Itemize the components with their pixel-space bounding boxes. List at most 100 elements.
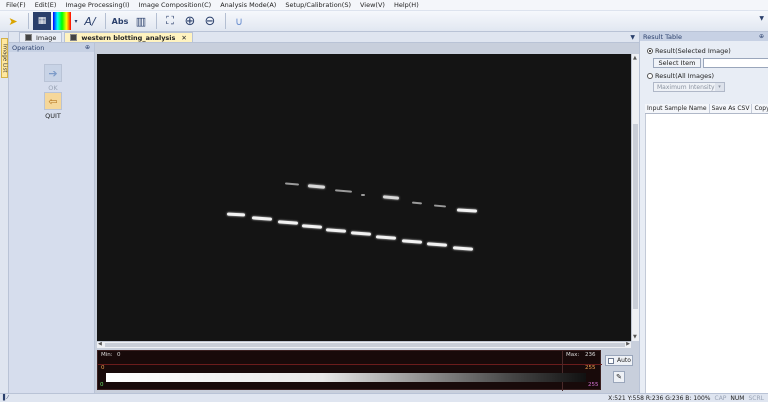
radio-all-images[interactable]: Result(All Images) <box>647 72 714 80</box>
min-value: 0 <box>117 352 121 358</box>
select-item-button[interactable]: Select Item <box>653 58 701 68</box>
radio-all-indicator[interactable] <box>647 73 653 79</box>
image-viewer: ▲ ▼ ◀ ▶ Min: 0 Max: 236 0 255 0 255 Auto… <box>95 43 639 393</box>
menu-file[interactable]: File(F) <box>6 1 26 9</box>
select-item-field[interactable] <box>703 58 768 68</box>
tab-image[interactable]: Image <box>19 32 63 42</box>
quit-label: QUIT <box>45 112 61 120</box>
menu-analysis-mode[interactable]: Analysis Mode(A) <box>220 1 276 9</box>
pin-icon[interactable]: ⊕ <box>85 44 90 51</box>
lut-gradient <box>106 373 586 382</box>
curve-tool-icon[interactable]: A/ <box>81 12 99 30</box>
ok-button[interactable]: ➔ OK <box>43 64 63 92</box>
pin-icon[interactable]: ⊕ <box>759 33 764 40</box>
rainbow-palette-icon[interactable] <box>53 12 71 30</box>
menu-help[interactable]: Help(H) <box>394 1 419 9</box>
result-table-body[interactable] <box>645 114 768 393</box>
menu-view[interactable]: View(V) <box>360 1 385 9</box>
zoom-out-icon[interactable]: ⊖ <box>201 12 219 30</box>
num-indicator: NUM <box>730 394 745 402</box>
grid-view-icon[interactable]: ▦ <box>33 12 51 30</box>
toolbar-separator <box>156 13 157 29</box>
operation-title: Operation ⊕ <box>9 43 94 52</box>
band <box>325 228 347 233</box>
radio-selected-label: Result(Selected Image) <box>655 47 731 55</box>
horizontal-scrollbar[interactable]: ◀ ▶ <box>97 341 631 348</box>
status-grip-icon: ▌⁄ <box>3 395 9 401</box>
document-tabbar: Image western blotting_analysis ✕ ▼ <box>9 32 639 43</box>
copy-button[interactable]: Copy <box>752 104 768 113</box>
band <box>277 220 299 225</box>
chevron-down-icon[interactable]: ▼ <box>759 15 764 22</box>
abs-button[interactable]: Abs <box>110 12 130 30</box>
tab-analysis-label: western blotting_analysis <box>81 33 176 42</box>
vertical-scrollbar[interactable]: ▲ ▼ <box>631 54 639 341</box>
close-icon[interactable]: ✕ <box>181 34 186 42</box>
result-table-panel: Result Table ⊕ Result(Selected Image) Se… <box>639 32 768 393</box>
band <box>401 239 423 244</box>
blot-image-canvas[interactable] <box>97 54 631 341</box>
zoom-in-icon[interactable]: ⊕ <box>181 12 199 30</box>
band <box>307 184 326 189</box>
band <box>433 204 447 208</box>
vertical-scroll-thumb[interactable] <box>633 124 638 309</box>
band <box>226 212 246 217</box>
image-list-tab[interactable]: Image List <box>1 38 8 78</box>
status-right: X:521 Y:558 R:236 G:236 B: 100% CAP NUM … <box>604 395 764 402</box>
result-title-label: Result Table <box>643 32 682 41</box>
menu-bar: File(F) Edit(E) Image Processing(I) Imag… <box>0 0 768 11</box>
tab-image-label: Image <box>36 33 57 42</box>
max-marker[interactable] <box>562 351 563 391</box>
pixel-readout: X:521 Y:558 R:236 G:236 B: 100% <box>608 394 711 402</box>
band <box>350 231 372 236</box>
menu-edit[interactable]: Edit(E) <box>35 1 57 9</box>
save-as-csv-button[interactable]: Save As CSV <box>710 104 753 113</box>
analysis-tab-icon <box>70 34 78 41</box>
band <box>375 235 397 240</box>
undo-icon[interactable]: ∪ <box>230 12 248 30</box>
auto-button[interactable]: Auto <box>605 355 633 366</box>
histogram-icon[interactable]: ▥ <box>132 12 150 30</box>
toolbar-separator <box>105 13 106 29</box>
quit-button[interactable]: ⇦ QUIT <box>43 92 63 120</box>
result-table-header: Input Sample Name Save As CSV Copy <box>645 104 768 114</box>
menu-image-processing[interactable]: Image Processing(I) <box>65 1 129 9</box>
band <box>426 242 448 247</box>
max-value: 236 <box>585 352 596 358</box>
radio-selected-indicator[interactable] <box>647 48 653 54</box>
dropdown-arrow-icon[interactable]: ▾ <box>73 12 79 30</box>
menu-setup-calibration[interactable]: Setup/Calibration(S) <box>285 1 351 9</box>
band <box>284 182 300 186</box>
scroll-left-icon[interactable]: ◀ <box>98 341 102 347</box>
tab-western-blotting-analysis[interactable]: western blotting_analysis ✕ <box>64 32 193 42</box>
radio-selected-image[interactable]: Result(Selected Image) <box>647 47 731 55</box>
chevron-down-icon[interactable]: ▾ <box>715 83 724 91</box>
band <box>251 216 273 221</box>
scroll-down-icon[interactable]: ▼ <box>633 334 637 340</box>
fit-to-window-icon[interactable]: ⛶ <box>161 12 179 30</box>
band <box>411 201 423 205</box>
ok-label: OK <box>48 84 58 92</box>
menu-image-composition[interactable]: Image Composition(C) <box>139 1 212 9</box>
toolbar-separator <box>28 13 29 29</box>
min-label: Min: <box>101 352 113 358</box>
auto-checkbox[interactable] <box>608 357 614 364</box>
status-bar: ▌⁄ X:521 Y:558 R:236 G:236 B: 100% CAP N… <box>0 393 768 402</box>
band <box>334 189 353 193</box>
pointer-tool-icon[interactable]: ➤ <box>4 12 22 30</box>
horizontal-scroll-thumb[interactable] <box>105 343 625 347</box>
measure-type-dropdown[interactable]: Maximum Intensity ▾ <box>653 82 725 92</box>
image-tab-icon <box>25 34 32 41</box>
intensity-histogram[interactable]: Min: 0 Max: 236 0 255 0 255 <box>97 350 602 391</box>
toolbar: ➤ ▦ ▾ A/ Abs ▥ ⛶ ⊕ ⊖ ∪ ▼ <box>0 11 768 32</box>
result-title: Result Table ⊕ <box>640 32 768 41</box>
low-value: 0 <box>101 365 105 371</box>
bottom-low-value: 0 <box>100 382 104 388</box>
chevron-down-icon[interactable]: ▼ <box>630 34 635 41</box>
eyedropper-icon[interactable]: ✎ <box>613 371 625 383</box>
scroll-up-icon[interactable]: ▲ <box>633 55 637 61</box>
scroll-right-icon[interactable]: ▶ <box>626 341 630 347</box>
col-input-sample-name[interactable]: Input Sample Name <box>645 104 710 113</box>
band <box>452 246 474 251</box>
radio-all-label: Result(All Images) <box>655 72 715 80</box>
